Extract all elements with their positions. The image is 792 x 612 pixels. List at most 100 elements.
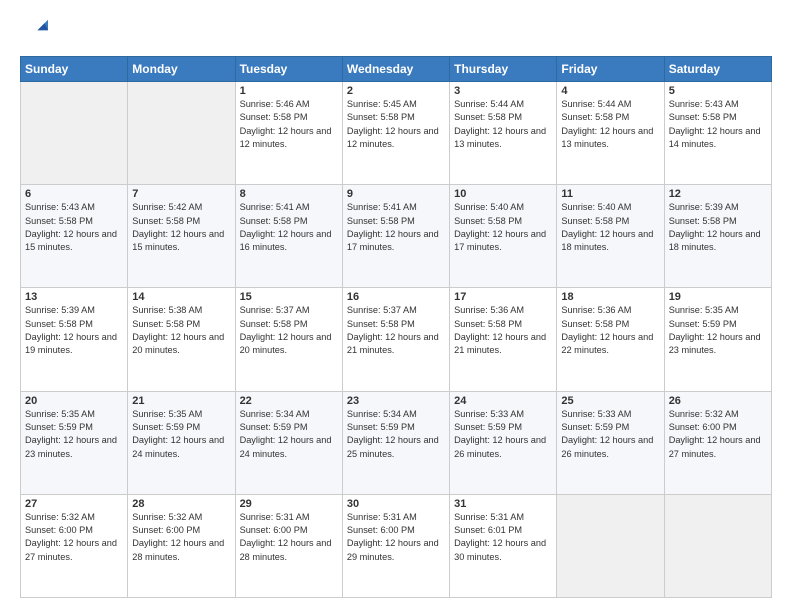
day-number: 20 <box>25 395 123 407</box>
calendar-cell: 12Sunrise: 5:39 AM Sunset: 5:58 PM Dayli… <box>664 185 771 288</box>
weekday-header-saturday: Saturday <box>664 57 771 82</box>
calendar-cell: 8Sunrise: 5:41 AM Sunset: 5:58 PM Daylig… <box>235 185 342 288</box>
calendar-cell: 18Sunrise: 5:36 AM Sunset: 5:58 PM Dayli… <box>557 288 664 391</box>
calendar-cell: 3Sunrise: 5:44 AM Sunset: 5:58 PM Daylig… <box>450 82 557 185</box>
calendar-cell: 31Sunrise: 5:31 AM Sunset: 6:01 PM Dayli… <box>450 494 557 597</box>
day-info: Sunrise: 5:34 AM Sunset: 5:59 PM Dayligh… <box>347 408 445 461</box>
calendar-cell: 2Sunrise: 5:45 AM Sunset: 5:58 PM Daylig… <box>342 82 449 185</box>
day-number: 19 <box>669 291 767 303</box>
day-number: 23 <box>347 395 445 407</box>
calendar-cell: 13Sunrise: 5:39 AM Sunset: 5:58 PM Dayli… <box>21 288 128 391</box>
day-info: Sunrise: 5:33 AM Sunset: 5:59 PM Dayligh… <box>561 408 659 461</box>
calendar-cell: 20Sunrise: 5:35 AM Sunset: 5:59 PM Dayli… <box>21 391 128 494</box>
calendar-cell: 27Sunrise: 5:32 AM Sunset: 6:00 PM Dayli… <box>21 494 128 597</box>
day-number: 30 <box>347 498 445 510</box>
day-number: 25 <box>561 395 659 407</box>
day-info: Sunrise: 5:38 AM Sunset: 5:58 PM Dayligh… <box>132 304 230 357</box>
calendar-cell: 23Sunrise: 5:34 AM Sunset: 5:59 PM Dayli… <box>342 391 449 494</box>
day-number: 11 <box>561 188 659 200</box>
day-number: 5 <box>669 85 767 97</box>
day-number: 8 <box>240 188 338 200</box>
calendar-cell: 17Sunrise: 5:36 AM Sunset: 5:58 PM Dayli… <box>450 288 557 391</box>
day-info: Sunrise: 5:31 AM Sunset: 6:00 PM Dayligh… <box>240 511 338 564</box>
calendar-cell <box>21 82 128 185</box>
day-info: Sunrise: 5:35 AM Sunset: 5:59 PM Dayligh… <box>669 304 767 357</box>
calendar-cell: 4Sunrise: 5:44 AM Sunset: 5:58 PM Daylig… <box>557 82 664 185</box>
calendar-cell: 25Sunrise: 5:33 AM Sunset: 5:59 PM Dayli… <box>557 391 664 494</box>
day-number: 22 <box>240 395 338 407</box>
logo <box>20 18 52 46</box>
day-number: 10 <box>454 188 552 200</box>
day-info: Sunrise: 5:43 AM Sunset: 5:58 PM Dayligh… <box>669 98 767 151</box>
day-info: Sunrise: 5:45 AM Sunset: 5:58 PM Dayligh… <box>347 98 445 151</box>
day-info: Sunrise: 5:41 AM Sunset: 5:58 PM Dayligh… <box>347 201 445 254</box>
day-info: Sunrise: 5:35 AM Sunset: 5:59 PM Dayligh… <box>132 408 230 461</box>
day-number: 3 <box>454 85 552 97</box>
calendar-cell: 22Sunrise: 5:34 AM Sunset: 5:59 PM Dayli… <box>235 391 342 494</box>
logo-icon <box>20 18 48 46</box>
weekday-header-tuesday: Tuesday <box>235 57 342 82</box>
day-info: Sunrise: 5:36 AM Sunset: 5:58 PM Dayligh… <box>561 304 659 357</box>
day-info: Sunrise: 5:36 AM Sunset: 5:58 PM Dayligh… <box>454 304 552 357</box>
calendar-cell: 11Sunrise: 5:40 AM Sunset: 5:58 PM Dayli… <box>557 185 664 288</box>
calendar-cell: 6Sunrise: 5:43 AM Sunset: 5:58 PM Daylig… <box>21 185 128 288</box>
calendar-cell: 26Sunrise: 5:32 AM Sunset: 6:00 PM Dayli… <box>664 391 771 494</box>
day-info: Sunrise: 5:41 AM Sunset: 5:58 PM Dayligh… <box>240 201 338 254</box>
day-info: Sunrise: 5:46 AM Sunset: 5:58 PM Dayligh… <box>240 98 338 151</box>
day-number: 4 <box>561 85 659 97</box>
calendar-cell <box>557 494 664 597</box>
day-number: 16 <box>347 291 445 303</box>
day-number: 21 <box>132 395 230 407</box>
calendar-cell: 29Sunrise: 5:31 AM Sunset: 6:00 PM Dayli… <box>235 494 342 597</box>
day-info: Sunrise: 5:32 AM Sunset: 6:00 PM Dayligh… <box>669 408 767 461</box>
calendar-cell: 1Sunrise: 5:46 AM Sunset: 5:58 PM Daylig… <box>235 82 342 185</box>
calendar-cell: 28Sunrise: 5:32 AM Sunset: 6:00 PM Dayli… <box>128 494 235 597</box>
day-number: 1 <box>240 85 338 97</box>
day-number: 18 <box>561 291 659 303</box>
day-number: 12 <box>669 188 767 200</box>
calendar-cell: 30Sunrise: 5:31 AM Sunset: 6:00 PM Dayli… <box>342 494 449 597</box>
day-info: Sunrise: 5:32 AM Sunset: 6:00 PM Dayligh… <box>25 511 123 564</box>
calendar-cell: 19Sunrise: 5:35 AM Sunset: 5:59 PM Dayli… <box>664 288 771 391</box>
day-number: 2 <box>347 85 445 97</box>
calendar-cell: 24Sunrise: 5:33 AM Sunset: 5:59 PM Dayli… <box>450 391 557 494</box>
calendar-cell <box>128 82 235 185</box>
day-number: 27 <box>25 498 123 510</box>
day-info: Sunrise: 5:44 AM Sunset: 5:58 PM Dayligh… <box>454 98 552 151</box>
calendar-cell: 10Sunrise: 5:40 AM Sunset: 5:58 PM Dayli… <box>450 185 557 288</box>
calendar-cell: 14Sunrise: 5:38 AM Sunset: 5:58 PM Dayli… <box>128 288 235 391</box>
day-number: 14 <box>132 291 230 303</box>
day-info: Sunrise: 5:40 AM Sunset: 5:58 PM Dayligh… <box>561 201 659 254</box>
day-info: Sunrise: 5:43 AM Sunset: 5:58 PM Dayligh… <box>25 201 123 254</box>
day-info: Sunrise: 5:33 AM Sunset: 5:59 PM Dayligh… <box>454 408 552 461</box>
day-number: 26 <box>669 395 767 407</box>
day-number: 13 <box>25 291 123 303</box>
weekday-header-thursday: Thursday <box>450 57 557 82</box>
day-info: Sunrise: 5:39 AM Sunset: 5:58 PM Dayligh… <box>25 304 123 357</box>
day-number: 9 <box>347 188 445 200</box>
calendar-cell: 16Sunrise: 5:37 AM Sunset: 5:58 PM Dayli… <box>342 288 449 391</box>
day-number: 24 <box>454 395 552 407</box>
calendar-table: SundayMondayTuesdayWednesdayThursdayFrid… <box>20 56 772 598</box>
day-info: Sunrise: 5:44 AM Sunset: 5:58 PM Dayligh… <box>561 98 659 151</box>
day-info: Sunrise: 5:34 AM Sunset: 5:59 PM Dayligh… <box>240 408 338 461</box>
day-number: 17 <box>454 291 552 303</box>
page: SundayMondayTuesdayWednesdayThursdayFrid… <box>0 0 792 612</box>
day-info: Sunrise: 5:42 AM Sunset: 5:58 PM Dayligh… <box>132 201 230 254</box>
weekday-header-monday: Monday <box>128 57 235 82</box>
weekday-header-friday: Friday <box>557 57 664 82</box>
day-number: 31 <box>454 498 552 510</box>
day-info: Sunrise: 5:31 AM Sunset: 6:01 PM Dayligh… <box>454 511 552 564</box>
day-info: Sunrise: 5:31 AM Sunset: 6:00 PM Dayligh… <box>347 511 445 564</box>
weekday-header-sunday: Sunday <box>21 57 128 82</box>
calendar-cell <box>664 494 771 597</box>
weekday-header-wednesday: Wednesday <box>342 57 449 82</box>
day-info: Sunrise: 5:35 AM Sunset: 5:59 PM Dayligh… <box>25 408 123 461</box>
day-info: Sunrise: 5:37 AM Sunset: 5:58 PM Dayligh… <box>347 304 445 357</box>
calendar-cell: 7Sunrise: 5:42 AM Sunset: 5:58 PM Daylig… <box>128 185 235 288</box>
day-number: 7 <box>132 188 230 200</box>
day-number: 28 <box>132 498 230 510</box>
day-info: Sunrise: 5:39 AM Sunset: 5:58 PM Dayligh… <box>669 201 767 254</box>
day-number: 29 <box>240 498 338 510</box>
day-number: 15 <box>240 291 338 303</box>
